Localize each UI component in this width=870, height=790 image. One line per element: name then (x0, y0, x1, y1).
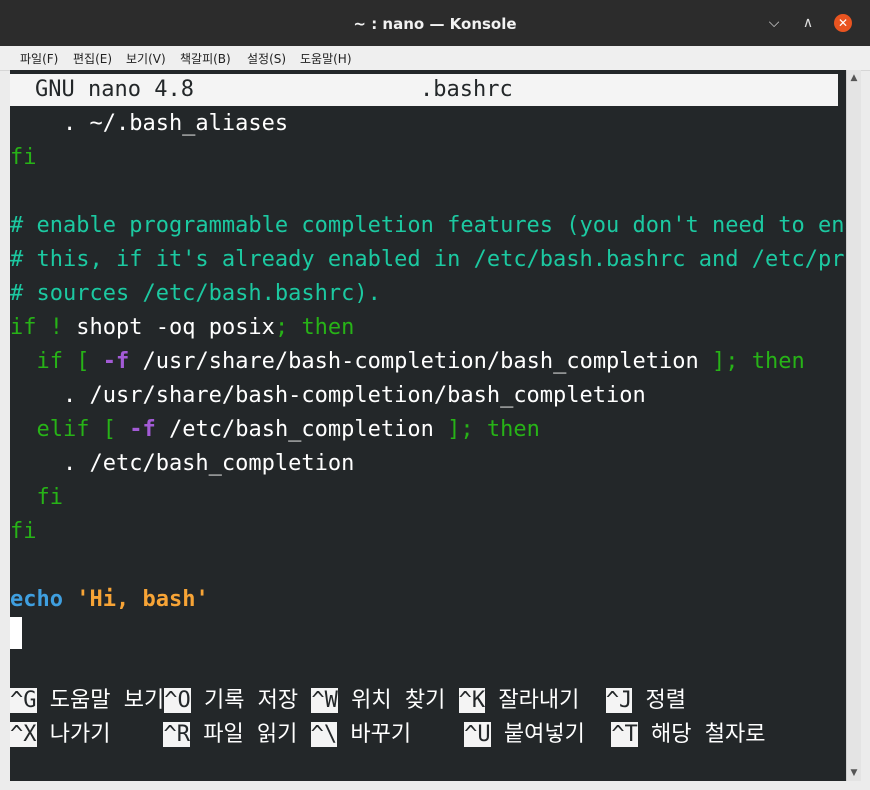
code-line: . /usr/share/bash-completion/bash_comple… (10, 383, 646, 408)
code-line: elif [ -f /etc/bash_completion ]; then (10, 417, 540, 442)
shortcut-key[interactable]: ^R (163, 722, 190, 747)
shortcut-row: ^G 도움말 보기^O 기록 저장 ^W 위치 찾기 ^K 잘라내기 ^J 정렬 (10, 688, 687, 713)
shortcut-key[interactable]: ^O (164, 688, 191, 713)
shortcut-key[interactable]: ^G (10, 688, 37, 713)
code-line: if [ -f /usr/share/bash-completion/bash_… (10, 349, 805, 374)
shortcut-key[interactable]: ^T (611, 722, 638, 747)
menu-bar: 파일(F) 편집(E) 보기(V) 책갈피(B) 설정(S) 도움말(H) (0, 46, 870, 71)
scroll-up-icon[interactable]: ▲ (847, 72, 861, 84)
menu-view[interactable]: 보기(V) (126, 50, 166, 67)
shortcut-key[interactable]: ^U (464, 722, 491, 747)
title-bar[interactable]: ~ : nano — Konsole ⌵ ∧ ✕ (0, 0, 870, 46)
konsole-window: ~ : nano — Konsole ⌵ ∧ ✕ 파일(F) 편집(E) 보기(… (0, 0, 870, 790)
menu-edit[interactable]: 편집(E) (73, 50, 112, 67)
menu-help[interactable]: 도움말(H) (300, 50, 352, 67)
terminal-area[interactable]: GNU nano 4.8 .bashrc . ~/.bash_aliases fi… (10, 70, 846, 781)
minimize-button[interactable]: ⌵ (765, 14, 783, 32)
comment-line: # sources /etc/bash.bashrc). (10, 281, 381, 306)
scroll-down-icon[interactable]: ▼ (847, 767, 861, 779)
menu-settings[interactable]: 설정(S) (247, 50, 286, 67)
text-cursor (10, 617, 22, 649)
maximize-button[interactable]: ∧ (799, 14, 817, 32)
code-line: fi (10, 485, 63, 510)
nano-header: GNU nano 4.8 .bashrc (10, 74, 838, 106)
menu-file[interactable]: 파일(F) (20, 50, 58, 67)
shortcut-row: ^X 나가기 ^R 파일 읽기 ^\ 바꾸기 ^U 붙여넣기 ^T 해당 철자로 (10, 722, 766, 747)
code-line: . ~/.bash_aliases (10, 111, 289, 136)
code-line: echo 'Hi, bash' (10, 587, 209, 612)
code-line: fi (10, 519, 37, 544)
nano-version: GNU nano 4.8 (35, 77, 194, 102)
shortcut-key[interactable]: ^\ (310, 722, 338, 747)
shortcut-key[interactable]: ^J (605, 688, 633, 713)
shortcut-key[interactable]: ^K (458, 688, 486, 713)
code-line: fi (10, 145, 37, 170)
shortcut-key[interactable]: ^W (311, 688, 338, 713)
code-line: . /etc/bash_completion (10, 451, 355, 476)
comment-line: # enable programmable completion feature… (10, 213, 846, 238)
close-button[interactable]: ✕ (834, 14, 852, 32)
shortcut-key[interactable]: ^X (10, 722, 37, 747)
vertical-scrollbar[interactable]: ▲ ▼ (846, 70, 861, 781)
comment-line: # this, if it's already enabled in /etc/… (10, 247, 846, 272)
code-line: if ! shopt -oq posix; then (10, 315, 355, 340)
nano-filename: .bashrc (420, 77, 513, 102)
menu-bookmarks[interactable]: 책갈피(B) (180, 50, 231, 67)
window-title: ~ : nano — Konsole (353, 15, 517, 33)
